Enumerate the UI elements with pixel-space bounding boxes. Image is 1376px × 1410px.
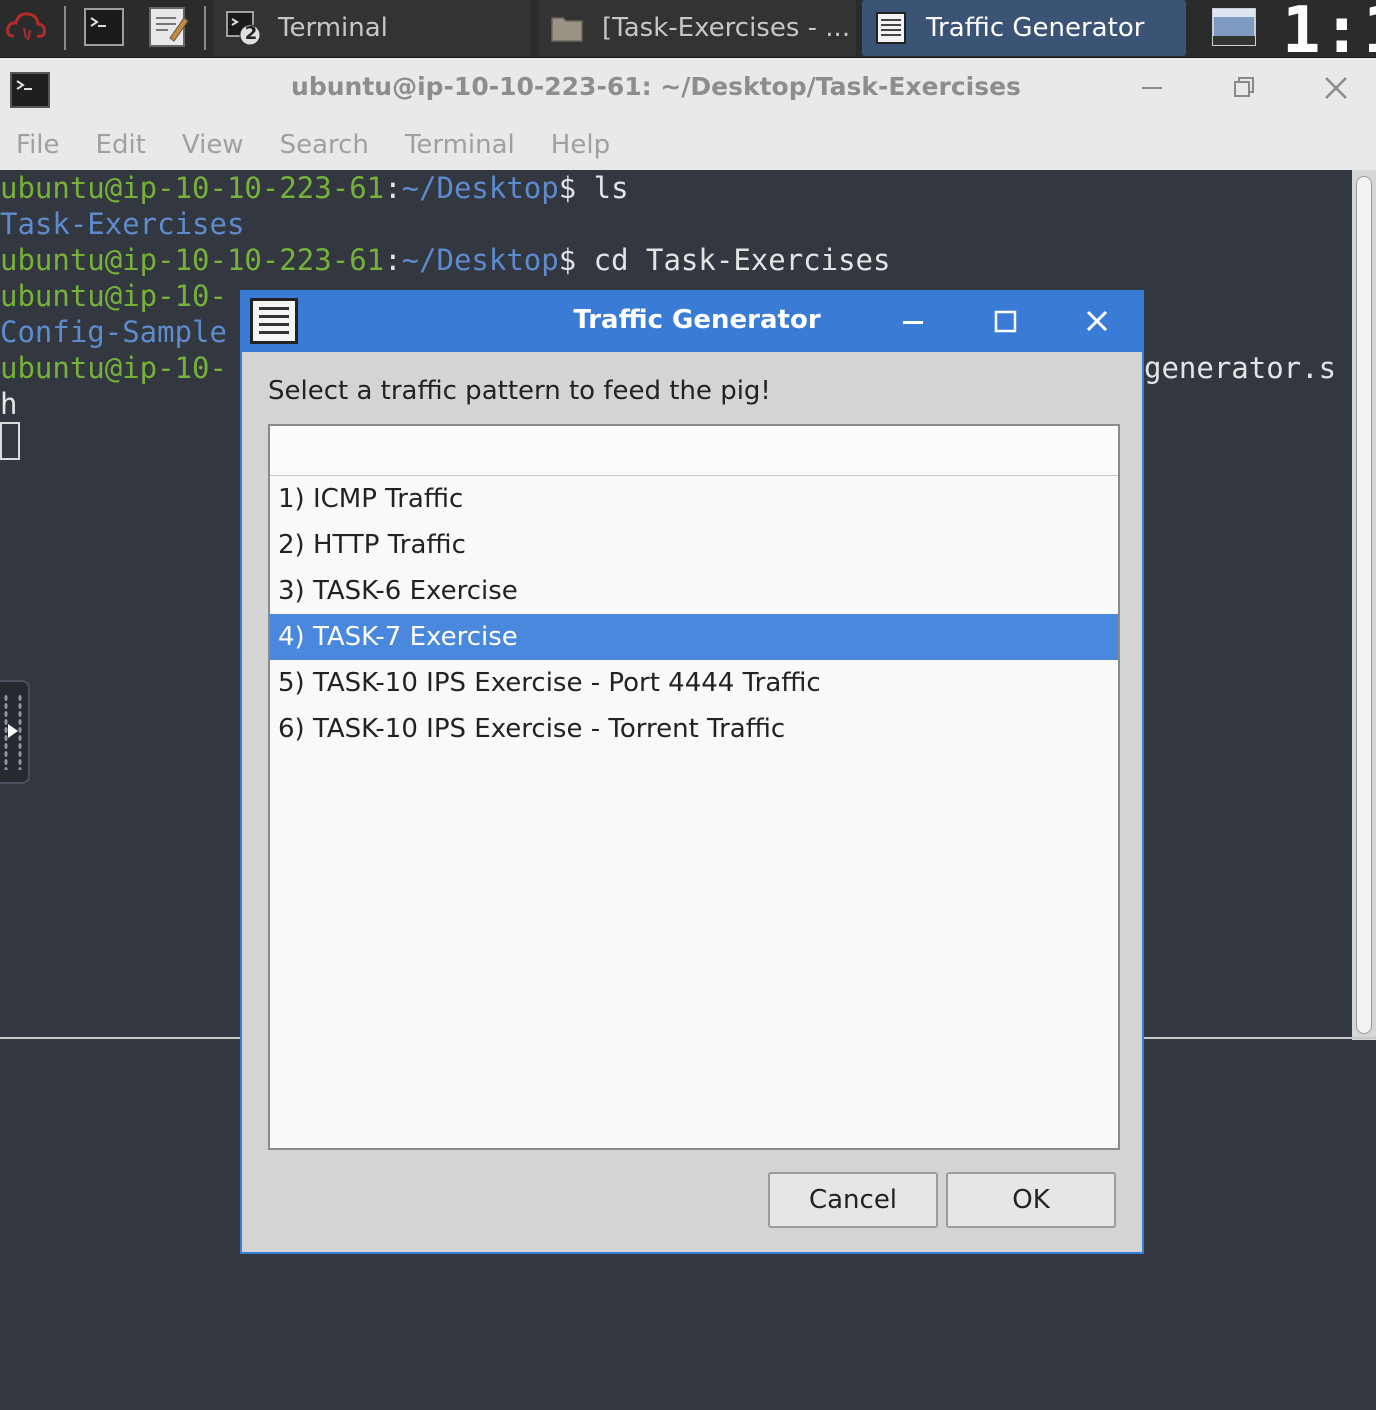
folder-icon [550, 11, 584, 45]
task-label: Traffic Generator [926, 13, 1145, 43]
prompt-user-partial: ubuntu@ip-10- [0, 351, 227, 385]
list-item[interactable]: 1) ICMP Traffic [270, 476, 1118, 522]
task-count-badge: 2 [244, 23, 258, 44]
prompt-user: ubuntu@ip-10-10-223-61 [0, 243, 385, 277]
terminal-menubar: File Edit View Search Terminal Help [0, 120, 1376, 170]
taskbar-task-traffic-generator[interactable]: Traffic Generator [862, 0, 1186, 56]
taskbar-task-file-manager[interactable]: [Task-Exercises - ... [538, 0, 856, 56]
traffic-generator-dialog: Traffic Generator Select a traffic patte… [240, 290, 1144, 1254]
scrollbar-thumb[interactable] [1356, 176, 1372, 1034]
dialog-minimize-icon[interactable] [890, 300, 936, 344]
restore-icon[interactable] [1222, 68, 1266, 108]
dialog-titlebar[interactable]: Traffic Generator [242, 292, 1142, 352]
terminal-line: ubuntu@ip-10- [0, 350, 227, 386]
menu-view[interactable]: View [182, 130, 244, 160]
terminal-line: Task-Exercises [0, 206, 244, 242]
terminal-line: h [0, 386, 17, 422]
side-panel-handle[interactable] [0, 680, 30, 784]
task-label: Terminal [278, 13, 388, 43]
terminal-line: ubuntu@ip-10-10-223-61:~/Desktop$ ls [0, 170, 629, 206]
prompt-separator: : [384, 171, 402, 205]
prompt-path: ~/Desktop [401, 243, 559, 277]
prompt-separator: : [384, 243, 402, 277]
expand-arrow-icon [8, 724, 18, 738]
dialog-prompt: Select a traffic pattern to feed the pig… [268, 376, 771, 406]
taskbar-separator [64, 6, 66, 50]
output-directory: Task-Exercises [0, 207, 245, 241]
prompt-user: ubuntu@ip-10-10-223-61 [0, 171, 385, 205]
command-text: $ ls [558, 171, 629, 205]
prompt-path: ~/Desktop [401, 171, 559, 205]
list-item-selected[interactable]: 4) TASK-7 Exercise [270, 614, 1118, 660]
ok-button[interactable]: OK [946, 1172, 1116, 1228]
menu-search[interactable]: Search [280, 130, 369, 160]
command-text: generator.s [1144, 351, 1337, 385]
list-item[interactable]: 5) TASK-10 IPS Exercise - Port 4444 Traf… [270, 660, 1118, 706]
task-label: [Task-Exercises - ... [602, 13, 851, 43]
cancel-button[interactable]: Cancel [768, 1172, 938, 1228]
terminal-line: ubuntu@ip-10-10-223-61:~/Desktop$ cd Tas… [0, 242, 890, 278]
prompt-user-partial: ubuntu@ip-10- [0, 279, 227, 313]
terminal-group-icon: 2 [226, 11, 261, 46]
minimize-icon[interactable] [1130, 68, 1174, 108]
menu-help[interactable]: Help [551, 130, 610, 160]
taskbar: 2 Terminal [Task-Exercises - ... Traffic… [0, 0, 1376, 68]
terminal-line: ubuntu@ip-10- [0, 278, 227, 314]
command-text: $ cd Task-Exercises [558, 243, 891, 277]
dialog-maximize-icon[interactable] [982, 300, 1028, 344]
terminal-line-tail: generator.s [1144, 350, 1336, 386]
text-editor-icon[interactable] [146, 4, 190, 48]
menu-edit[interactable]: Edit [96, 130, 146, 160]
menu-terminal[interactable]: Terminal [405, 130, 515, 160]
menu-file[interactable]: File [16, 130, 60, 160]
list-item[interactable]: 2) HTTP Traffic [270, 522, 1118, 568]
command-text: h [0, 387, 18, 421]
terminal-scrollbar[interactable] [1352, 170, 1376, 1040]
taskbar-task-terminal[interactable]: 2 Terminal [214, 0, 530, 56]
terminal-cursor [0, 422, 20, 460]
taskbar-separator [204, 6, 206, 50]
output-directory: Config-Sample [0, 315, 227, 349]
list-item[interactable]: 6) TASK-10 IPS Exercise - Torrent Traffi… [270, 706, 1118, 752]
list-column-header[interactable] [270, 426, 1118, 476]
dialog-window-icon [874, 11, 908, 45]
show-desktop-icon[interactable] [1210, 6, 1258, 50]
traffic-pattern-list[interactable]: 1) ICMP Traffic 2) HTTP Traffic 3) TASK-… [268, 424, 1120, 1150]
dialog-close-icon[interactable] [1074, 300, 1120, 344]
terminal-launcher-icon[interactable] [82, 6, 126, 50]
terminal-titlebar[interactable]: ubuntu@ip-10-10-223-61: ~/Desktop/Task-E… [0, 58, 1376, 120]
cloud-icon[interactable] [4, 4, 48, 48]
list-item[interactable]: 3) TASK-6 Exercise [270, 568, 1118, 614]
terminal-line: Config-Sample [0, 314, 227, 350]
close-icon[interactable] [1314, 68, 1358, 108]
